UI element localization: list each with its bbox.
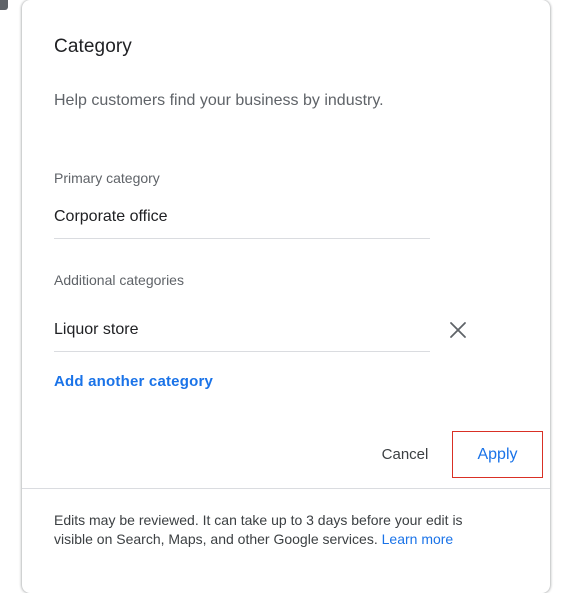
review-notice: Edits may be reviewed. It can take up to…: [54, 511, 494, 549]
primary-category-label: Primary category: [54, 170, 160, 186]
footer-divider: [22, 488, 550, 489]
primary-category-value: Corporate office: [54, 208, 168, 225]
apply-button[interactable]: Apply: [452, 431, 543, 478]
additional-category-field[interactable]: Liquor store: [54, 317, 430, 352]
cancel-button[interactable]: Cancel: [362, 432, 448, 476]
background-window-corner: [0, 0, 8, 10]
dialog-title: Category: [54, 36, 132, 57]
primary-category-field[interactable]: Corporate office: [54, 204, 430, 239]
dialog-subtitle: Help customers find your business by ind…: [54, 92, 384, 109]
category-dialog: Category Help customers find your busine…: [22, 0, 550, 593]
add-another-category-link[interactable]: Add another category: [54, 373, 213, 390]
remove-category-button[interactable]: [446, 318, 470, 342]
learn-more-link[interactable]: Learn more: [382, 531, 454, 547]
additional-category-value: Liquor store: [54, 321, 139, 338]
close-icon: [450, 322, 466, 338]
additional-categories-label: Additional categories: [54, 272, 184, 288]
